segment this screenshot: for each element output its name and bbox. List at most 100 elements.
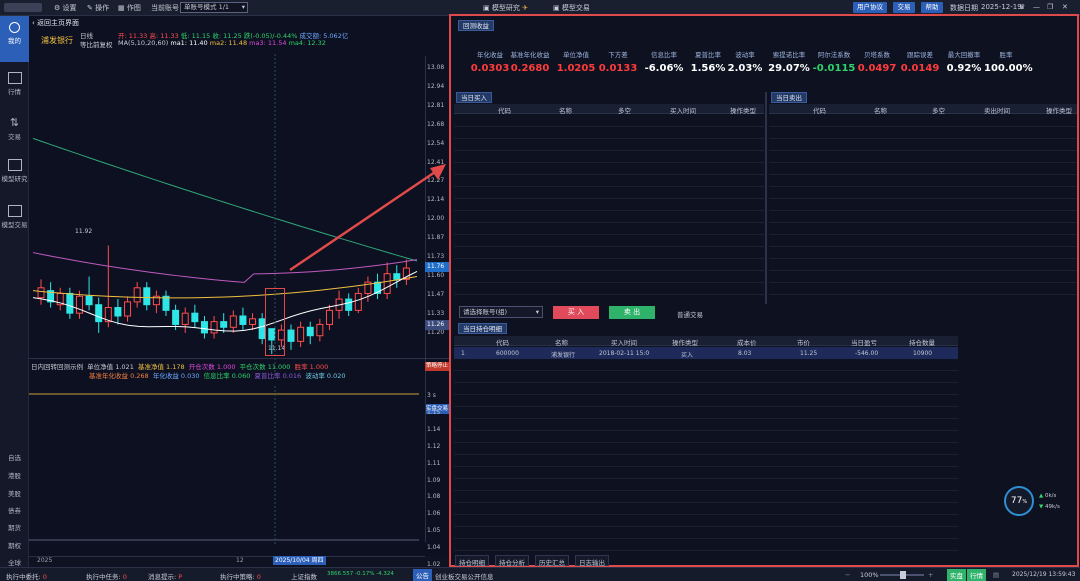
table-cell: 买入 (681, 352, 694, 359)
column-header[interactable]: 代码 (498, 105, 511, 115)
price-tick: 12.94 (427, 82, 445, 90)
keyboard-icon[interactable]: ▤ (993, 571, 999, 579)
drawing-label: 作图 (126, 4, 141, 12)
column-header[interactable]: 代码 (813, 105, 826, 115)
close-icon[interactable]: ✕ (1062, 3, 1068, 11)
trade-button[interactable]: 交易 (893, 2, 915, 13)
zoom-in-icon[interactable]: + (928, 571, 933, 579)
candle (75, 295, 83, 314)
column-header[interactable]: 操作类型 (730, 105, 756, 115)
column-header[interactable]: 名称 (559, 105, 572, 115)
highlight-box (265, 288, 285, 356)
operate-menu[interactable]: ✎ 操作 (87, 3, 109, 13)
column-header[interactable]: 买入时间 (611, 337, 637, 347)
nav-mine[interactable]: 我的 (0, 16, 29, 62)
column-header[interactable]: 操作类型 (672, 337, 698, 347)
mode-real-button[interactable]: 实盘 (947, 569, 966, 581)
metric-value: 0.0303 (470, 63, 510, 74)
column-header[interactable]: 当日盈亏 (851, 337, 877, 347)
zoom-out-icon[interactable]: − (845, 571, 850, 579)
tab-model-research[interactable]: ▣ 模型研究 ✈ (483, 3, 528, 13)
nav-us[interactable]: 美股 (0, 488, 29, 498)
column-header[interactable]: 多空 (618, 105, 631, 115)
metric-value: -6.06% (644, 63, 684, 74)
message-tip[interactable]: 消息提示: P (148, 571, 182, 581)
user-agreement-button[interactable]: 用户协议 (853, 2, 887, 13)
nav-global[interactable]: 全球 (0, 557, 29, 567)
sub-sharpe-label: 夏普比率 (254, 372, 281, 380)
account-select[interactable]: 请选择账号(组) ▾ (459, 306, 543, 318)
column-header[interactable]: 名称 (874, 105, 887, 115)
price-tick: 12.68 (427, 120, 445, 128)
nav-bond[interactable]: 债券 (0, 505, 29, 515)
download-speed: ▼ 49k/s (1039, 504, 1060, 510)
notice-tag[interactable]: 公告 (413, 569, 432, 581)
back-link[interactable]: ‹ 返回主页界面 (32, 18, 79, 28)
nav-model-research[interactable]: 模型研究 (0, 159, 29, 183)
column-header[interactable]: 持仓数量 (909, 337, 935, 347)
tab-1[interactable]: 持仓明细 (455, 555, 489, 567)
candle (316, 323, 324, 337)
tab-3[interactable]: 历史汇总 (535, 555, 569, 567)
perf-gauge[interactable]: 77% (1004, 486, 1034, 516)
metric-label: 胜率 (999, 51, 1013, 59)
sub-tick: 1.12 (427, 442, 441, 450)
column-header[interactable]: 市价 (797, 337, 810, 347)
settings-menu[interactable]: ⚙ 设置 (54, 3, 77, 13)
column-header[interactable]: 操作类型 (1046, 105, 1072, 115)
metric-label: 波动率 (735, 51, 755, 59)
running-tasks[interactable]: 执行中任务: 0 (86, 571, 127, 581)
column-header[interactable]: 多空 (932, 105, 945, 115)
column-header[interactable]: 代码 (496, 337, 509, 347)
x-cursor-tag: 2025/10/04 周四 (273, 556, 326, 565)
metric-label: 索提诺比率 (772, 51, 806, 59)
nav-watchlist[interactable]: 自选 (0, 452, 29, 462)
sub-bench-annual-label: 基准年化收益 (89, 372, 128, 380)
strategy-stop-tag[interactable]: 策略停止 (425, 362, 449, 371)
split-handle[interactable] (765, 92, 767, 304)
nav-options[interactable]: 期权 (0, 540, 29, 550)
zoom-thumb[interactable] (900, 571, 906, 579)
pane-divider (29, 358, 449, 359)
zoom-slider[interactable] (880, 571, 924, 579)
mode-quote-button[interactable]: 行情 (967, 569, 986, 581)
nav-hk[interactable]: 港股 (0, 470, 29, 480)
chart-pane: ‹ 返回主页界面 浦发银行 日线 等比前复权 开: 11.33 高: 11.33… (29, 16, 449, 568)
cursor-price-tag: 11.26 (425, 320, 449, 330)
running-strategies[interactable]: 执行中策略: 0 (220, 571, 261, 581)
nav-market[interactable]: 行情 (0, 72, 29, 96)
sell-button[interactable]: 卖 出 (609, 306, 655, 319)
column-header[interactable]: 名称 (555, 337, 568, 347)
sub-axis: 3 s 1.15 1.14 1.12 1.11 1.09 1.08 1.06 1.05 1.04 1… (425, 372, 449, 568)
buy-button[interactable]: 买 入 (553, 306, 599, 319)
account-select-value: 请选择账号(组) (463, 308, 508, 316)
tab-4[interactable]: 日志输出 (575, 555, 609, 567)
column-header[interactable]: 买入时间 (670, 105, 696, 115)
sub-chart (29, 386, 419, 546)
sub-tick: 3 s (427, 392, 436, 399)
column-header[interactable]: 卖出时间 (984, 105, 1010, 115)
help-button[interactable]: 帮助 (921, 2, 943, 13)
annotation-arrow (289, 164, 446, 272)
download-icon: ▼ (1039, 504, 1044, 510)
tab-model-trade[interactable]: ▣ 模型交易 (553, 3, 590, 13)
skin-icon[interactable]: ♛ (1019, 3, 1025, 11)
running-orders[interactable]: 执行中委托: 0 (6, 571, 47, 581)
sell-tag: 当日卖出 (771, 92, 807, 103)
drawing-menu[interactable]: ▦ 作图 (118, 3, 141, 13)
minimize-icon[interactable]: — (1033, 3, 1040, 11)
upload-speed: ▲ 0k/s (1039, 493, 1056, 499)
nav-futures[interactable]: 期货 (0, 522, 29, 532)
holdings-row[interactable]: 1 600000 浦发银行 2018-02-11 15:0 买入 8.03 11.25 -54… (454, 347, 958, 359)
table-cell: -546.00 (855, 350, 879, 357)
backtest-results-panel: 回测收益 年化收益 0.0303 基准年化收益 0.2680 单位净值 1.0205 下方差… (449, 14, 1079, 567)
notice-text[interactable]: 创业板交易公开信息 (435, 571, 494, 581)
nav-model-trade[interactable]: 模型交易 (0, 205, 29, 229)
column-header[interactable]: 成本价 (737, 337, 757, 347)
sub-vol-label: 波动率 (305, 372, 325, 380)
candle (220, 321, 228, 328)
nav-trade[interactable]: ⇅ 交易 (0, 117, 29, 142)
account-mode-select[interactable]: 单账号模式 1/1 ▾ (180, 2, 248, 13)
tab-2[interactable]: 持仓分析 (495, 555, 529, 567)
restore-icon[interactable]: ❐ (1047, 3, 1053, 11)
